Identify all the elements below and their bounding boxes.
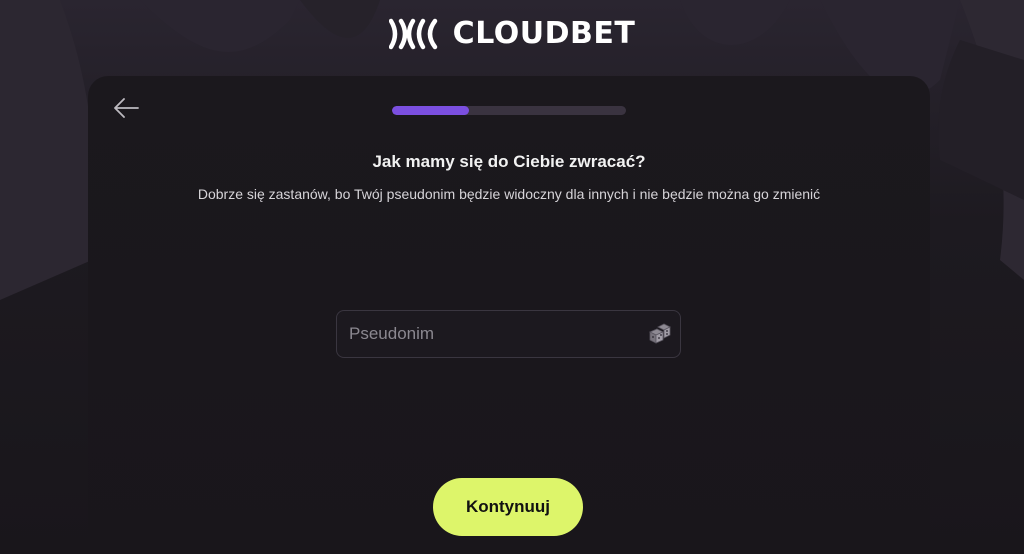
nickname-input[interactable]: [337, 311, 640, 357]
signup-screen: CLOUDBET Jak mamy się do Ciebie zwracać?…: [0, 0, 1024, 554]
progress-fill: [392, 106, 470, 115]
back-button[interactable]: [110, 94, 142, 122]
continue-button[interactable]: Kontynuuj: [433, 478, 583, 536]
dice-icon: [649, 323, 671, 344]
page-title: Jak mamy się do Ciebie zwracać?: [372, 152, 646, 171]
signup-card: Jak mamy się do Ciebie zwracać? Dobrze s…: [88, 76, 930, 554]
randomize-nickname-button[interactable]: [640, 314, 680, 354]
brand-name: CLOUDBET: [452, 16, 636, 51]
arrow-left-icon: [114, 98, 139, 118]
brand-logo: CLOUDBET: [0, 16, 1024, 52]
cloudbet-logo-icon: [388, 18, 437, 50]
nickname-field: [336, 310, 681, 358]
progress-bar: [392, 106, 626, 115]
page-subtitle: Dobrze się zastanów, bo Twój pseudonim b…: [197, 186, 821, 202]
